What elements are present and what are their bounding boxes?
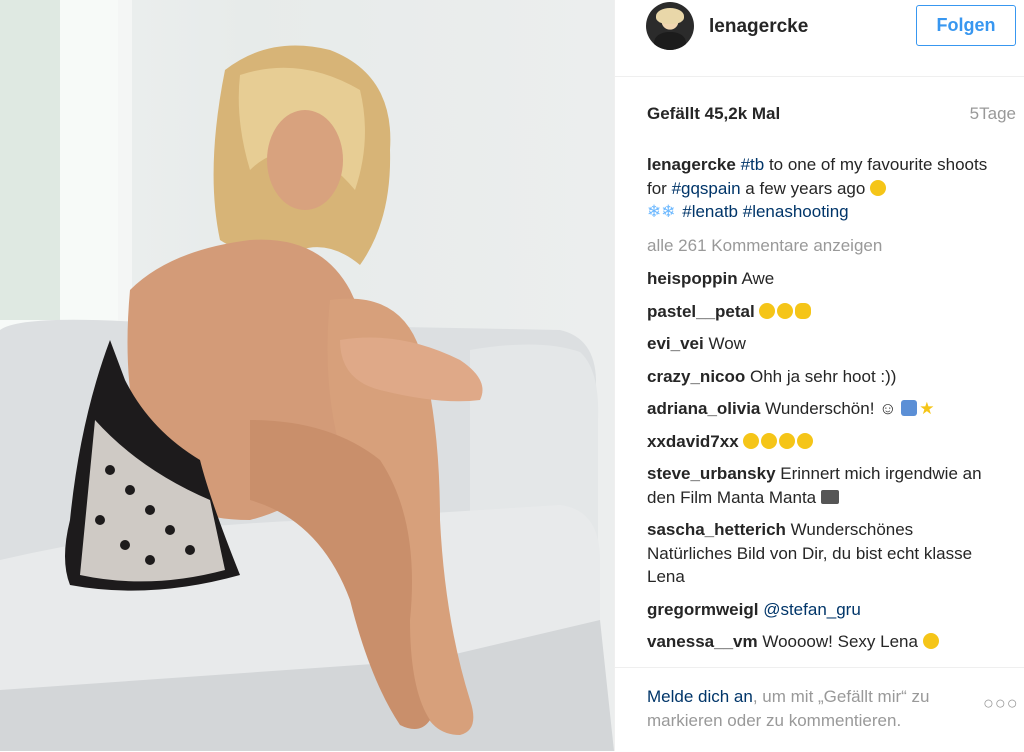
username-link[interactable]: lenagercke [709, 16, 808, 38]
comment-user[interactable]: evi_vei [647, 334, 704, 353]
comment-user[interactable]: sascha_hetterich [647, 520, 786, 539]
comment-item: evi_vei Wow [647, 332, 997, 356]
comment-item: steve_urbansky Erinnert mich irgendwie a… [647, 462, 997, 509]
post-age[interactable]: 5Tage [970, 104, 1016, 124]
comment-text: Awe [741, 269, 775, 288]
comment-user[interactable]: xxdavid7xx [647, 432, 739, 451]
hashtag-tb[interactable]: #tb [741, 155, 765, 174]
post-sidebar: lenagercke Folgen Gefällt 45,2k Mal 5Tag… [614, 0, 1024, 751]
dizzy-face-emoji-icon [743, 432, 760, 449]
hashtag-lenatb[interactable]: #lenatb [682, 202, 738, 221]
post-photo[interactable] [0, 0, 614, 751]
avatar-hair [656, 8, 684, 24]
post-footer: Melde dich an, um mit „Gefällt mir“ zu m… [615, 667, 1024, 752]
clapper-board-emoji-icon [820, 489, 839, 504]
view-all-comments[interactable]: alle 261 Kommentare anzeigen [647, 234, 997, 258]
comment-text: Wow [708, 334, 746, 353]
comment-item: sascha_hetterich Wunderschönes Natürlich… [647, 518, 997, 589]
star-emoji-icon: ★ [919, 399, 935, 418]
login-link[interactable]: Melde dich an [647, 687, 753, 706]
comment-item: adriana_olivia Wunderschön! ☺ ★ [647, 397, 997, 421]
hashtag-lenashooting[interactable]: #lenashooting [743, 202, 849, 221]
comment-text: Ohh ja sehr hoot :)) [750, 366, 897, 386]
caption: lenagercke #tb to one of my favourite sh… [647, 153, 997, 224]
comment-text: Wunderschön! ☺ [765, 399, 897, 418]
comment-item: xxdavid7xx [647, 430, 997, 454]
comment-item: pastel__petal [647, 300, 997, 324]
comment-user[interactable]: steve_urbansky [647, 464, 776, 483]
comment-user[interactable]: crazy_nicoo [647, 367, 745, 386]
more-options-icon[interactable]: ○○○ [983, 693, 1019, 714]
comment-item: crazy_nicoo Ohh ja sehr hoot :)) [647, 365, 997, 389]
heart-eyes-emoji-icon [759, 302, 776, 319]
heart-eyes-emoji-icon [777, 302, 794, 319]
comments-list: lenagercke #tb to one of my favourite sh… [647, 153, 997, 663]
comment-user[interactable]: heispoppin [647, 269, 738, 288]
likes-count[interactable]: Gefällt 45,2k Mal [647, 104, 780, 124]
post-header: lenagercke Folgen [615, 0, 1024, 77]
comment-user[interactable]: vanessa__vm [647, 632, 758, 651]
heart-eyes-emoji-icon [922, 633, 939, 649]
caption-user[interactable]: lenagercke [647, 155, 736, 174]
caption-text-2: a few years ago [740, 178, 871, 198]
avatar-body [654, 32, 686, 50]
photo-illustration [0, 0, 614, 751]
heart-eyes-emoji-icon [761, 432, 778, 449]
comment-text: Woooow! Sexy Lena [762, 632, 918, 651]
comment-item: heispoppin Awe [647, 267, 997, 291]
comment-item: vanessa__vm Woooow! Sexy Lena [647, 630, 997, 654]
comment-item: gregormweigl @stefan_gru [647, 598, 997, 622]
heart-eyes-emoji-icon [797, 432, 814, 449]
instagram-post: lenagercke Folgen Gefällt 45,2k Mal 5Tag… [0, 0, 1024, 751]
login-prompt: Melde dich an, um mit „Gefällt mir“ zu m… [647, 685, 967, 732]
snowflake-emoji-icon: ❄❄ [647, 202, 676, 221]
hashtag-gqspain[interactable]: #gqspain [672, 179, 741, 198]
comment-user[interactable]: adriana_olivia [647, 399, 760, 418]
heart-eyes-emoji-icon [779, 432, 796, 449]
comment-user[interactable]: pastel__petal [647, 302, 755, 321]
mention-link[interactable]: @stefan_gru [763, 600, 861, 619]
dizzy-face-emoji-icon [870, 179, 887, 196]
avatar[interactable] [646, 2, 694, 50]
hand-emoji-icon [795, 302, 812, 319]
bunny-emoji-icon [901, 400, 918, 416]
comment-user[interactable]: gregormweigl [647, 600, 758, 619]
follow-button[interactable]: Folgen [916, 5, 1016, 46]
